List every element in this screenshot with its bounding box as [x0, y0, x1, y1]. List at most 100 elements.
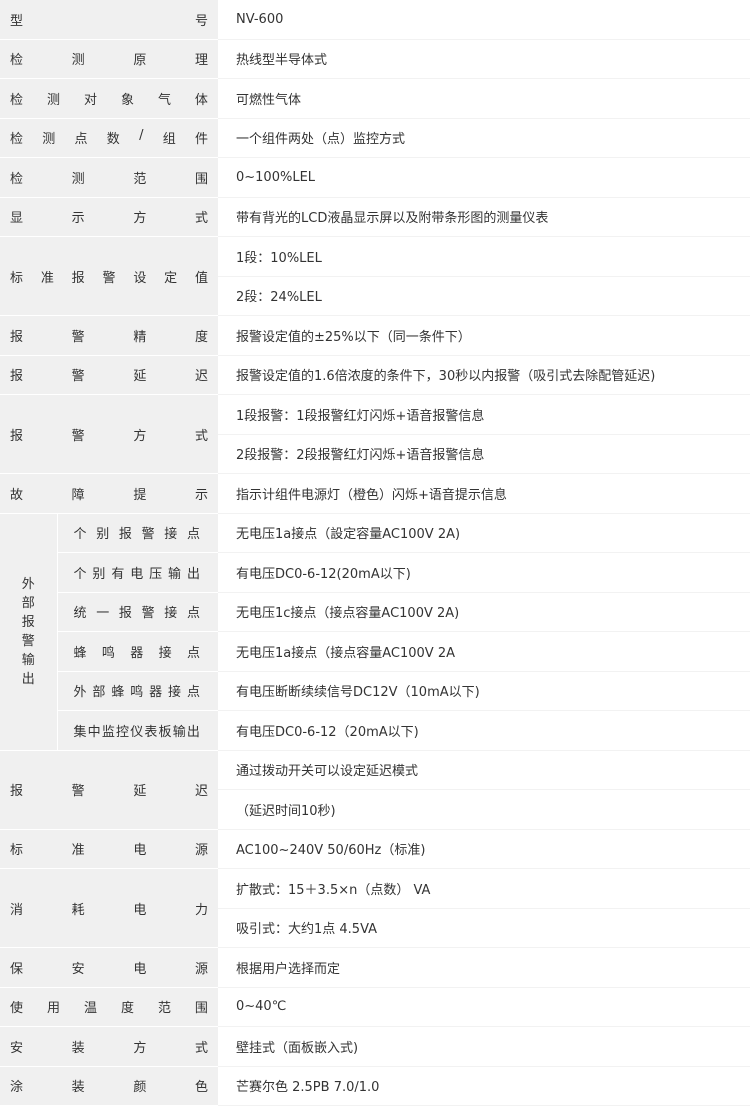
spec-value: 指示计组件电源灯（橙色）闪烁+语音提示信息: [218, 473, 750, 514]
spec-value: 0~40℃: [218, 987, 750, 1027]
spec-label-cell: 保安电源: [0, 947, 218, 988]
spec-label: 消耗电力: [10, 902, 208, 918]
spec-label: 个别报警接点: [73, 527, 200, 543]
table-row: 故障提示指示计组件电源灯（橙色）闪烁+语音提示信息: [0, 473, 750, 514]
table-row: 检测范围 0~100%LEL: [0, 157, 750, 198]
table-row: 型号 NV-600: [0, 0, 750, 40]
spec-label: 显示方式: [10, 211, 208, 227]
spec-value: 芒赛尔色 2.5PB 7.0/1.0: [218, 1066, 750, 1106]
output-group-label-cell: 外部报警输出: [0, 513, 57, 751]
spec-value: 有电压断断续续信号DC12V（10mA以下): [218, 671, 750, 711]
spec-label: 涂装颜色: [10, 1080, 208, 1096]
spec-label-cell: 检测原理: [0, 39, 218, 79]
spec-value: 0~100%LEL: [218, 157, 750, 198]
spec-value: 2段报警：2段报警红灯闪烁+语音报警信息: [218, 434, 750, 474]
table-row: 报警方式 1段报警：1段报警红灯闪烁+语音报警信息: [0, 394, 750, 474]
spec-label: 报警精度: [10, 329, 208, 345]
spec-label-cell: 型号: [0, 0, 218, 40]
spec-label-cell: 检测范围: [0, 157, 218, 198]
spec-label: 型号: [10, 13, 208, 29]
spec-label: 检测范围: [10, 171, 208, 187]
spec-value: 根据用户选择而定: [218, 947, 750, 988]
table-row: 检测原理热线型半导体式: [0, 39, 750, 79]
spec-label-cell: 故障提示: [0, 473, 218, 514]
spec-label: 检测对象气体: [10, 92, 208, 108]
table-row: 蜂鸣器接点 无电压1a接点（接点容量AC100V 2A: [0, 631, 750, 672]
spec-label: 统一报警接点: [73, 606, 200, 622]
table-row: 统一报警接点 无电压1c接点（接点容量AC100V 2A): [0, 592, 750, 632]
output-sub-label-cell: 集中监控仪表板输出: [56, 710, 218, 751]
spec-value: 1段：10%LEL: [218, 236, 750, 277]
spec-label-cell: 检测点数 / 组件: [0, 118, 218, 158]
spec-label-cell: 标准报警设定值: [0, 236, 218, 316]
table-row: 使用温度范围 0~40℃: [0, 987, 750, 1027]
spec-label-cell: 显示方式: [0, 197, 218, 237]
table-row: 标准电源 AC100~240V 50/60Hz（标准): [0, 829, 750, 869]
table-row: 报警延迟报警设定值的1.6倍浓度的条件下，30秒以内报警（吸引式去除配管延迟): [0, 355, 750, 395]
spec-value: 1段报警：1段报警红灯闪烁+语音报警信息: [218, 394, 750, 435]
table-row: 安装方式壁挂式（面板嵌入式): [0, 1026, 750, 1067]
output-group-label: 外部报警输出: [21, 576, 35, 687]
output-sub-label-cell: 个别有电压输出: [56, 552, 218, 593]
spec-value: 一个组件两处（点）监控方式: [218, 118, 750, 158]
spec-label: 报警方式: [10, 428, 208, 444]
table-row: 涂装颜色芒赛尔色 2.5PB 7.0/1.0: [0, 1066, 750, 1106]
spec-value: 可燃性气体: [218, 78, 750, 119]
spec-label-cell: 涂装颜色: [0, 1066, 218, 1106]
spec-label: 故障提示: [10, 487, 208, 503]
spec-label-cell: 报警方式: [0, 394, 218, 474]
spec-value: AC100~240V 50/60Hz（标准): [218, 829, 750, 869]
spec-table-body: 型号 NV-600 检测原理热线型半导体式检测对象气体可燃性气体检测点数 / 组件一个组…: [0, 0, 750, 1106]
spec-label-cell: 报警精度: [0, 315, 218, 356]
spec-label: 保安电源: [10, 961, 208, 977]
spec-table: 型号 NV-600 检测原理热线型半导体式检测对象气体可燃性气体检测点数 / 组件一个组…: [0, 0, 750, 1106]
spec-value: 有电压DC0-6-12(20mA以下): [218, 552, 750, 593]
spec-value: 2段：24%LEL: [218, 276, 750, 316]
table-row: 报警延迟通过拨动开关可以设定延迟模式: [0, 750, 750, 830]
table-row: 报警精度报警设定值的±25%以下（同一条件下）: [0, 315, 750, 356]
spec-label: 个别有电压输出: [73, 566, 200, 582]
spec-label-cell: 消耗电力: [0, 868, 218, 948]
spec-label-cell: 标准电源: [0, 829, 218, 869]
spec-value: NV-600: [218, 0, 750, 40]
output-sub-label-cell: 个别报警接点: [56, 513, 218, 553]
spec-value: （延迟时间10秒): [218, 789, 750, 830]
spec-label: 蜂鸣器接点: [73, 645, 200, 661]
spec-value: 报警设定值的±25%以下（同一条件下）: [218, 315, 750, 356]
spec-label: 标准报警设定值: [10, 270, 208, 286]
spec-label: 检测点数 / 组件: [10, 128, 208, 148]
spec-label: 报警延迟: [10, 369, 208, 385]
spec-value: 有电压DC0-6-12（20mA以下): [218, 710, 750, 751]
spec-label-cell: 安装方式: [0, 1026, 218, 1067]
output-sub-label-cell: 蜂鸣器接点: [56, 631, 218, 672]
spec-value: 无电压1c接点（接点容量AC100V 2A): [218, 592, 750, 632]
table-row: 集中监控仪表板输出 有电压DC0-6-12（20mA以下): [0, 710, 750, 751]
spec-label-cell: 报警延迟: [0, 750, 218, 830]
table-row: 检测对象气体可燃性气体: [0, 78, 750, 119]
spec-value: 热线型半导体式: [218, 39, 750, 79]
table-row: 检测点数 / 组件一个组件两处（点）监控方式: [0, 118, 750, 158]
table-row: 外部蜂鸣器接点 有电压断断续续信号DC12V（10mA以下): [0, 671, 750, 711]
table-row: 保安电源根据用户选择而定: [0, 947, 750, 988]
table-row: 标准报警设定值 1段：10%LEL: [0, 236, 750, 316]
spec-value: 吸引式：大约1点 4.5VA: [218, 908, 750, 948]
output-sub-label-cell: 外部蜂鸣器接点: [56, 671, 218, 711]
table-row: 个别有电压输出 有电压DC0-6-12(20mA以下): [0, 552, 750, 593]
spec-value: 带有背光的LCD液晶显示屏以及附带条形图的测量仪表: [218, 197, 750, 237]
spec-label-cell: 检测对象气体: [0, 78, 218, 119]
spec-label-cell: 报警延迟: [0, 355, 218, 395]
spec-label: 使用温度范围: [10, 1001, 208, 1017]
spec-label: 检测原理: [10, 53, 208, 69]
spec-label: 报警延迟: [10, 784, 208, 799]
spec-value: 报警设定值的1.6倍浓度的条件下，30秒以内报警（吸引式去除配管延迟): [218, 355, 750, 395]
spec-value: 通过拨动开关可以设定延迟模式: [218, 750, 750, 790]
spec-label: 外部蜂鸣器接点: [73, 685, 200, 701]
spec-label: 标准电源: [10, 843, 208, 859]
output-sub-label-cell: 统一报警接点: [56, 592, 218, 632]
spec-value: 无电压1a接点（接点容量AC100V 2A: [218, 631, 750, 672]
table-row: 外部报警输出 个别报警接点 无电压1a接点（設定容量AC100V 2A): [0, 513, 750, 751]
spec-label: 安装方式: [10, 1040, 208, 1056]
spec-value: 壁挂式（面板嵌入式): [218, 1026, 750, 1067]
spec-label-cell: 使用温度范围: [0, 987, 218, 1027]
spec-value: 扩散式：15＋3.5×n（点数） VA: [218, 868, 750, 909]
